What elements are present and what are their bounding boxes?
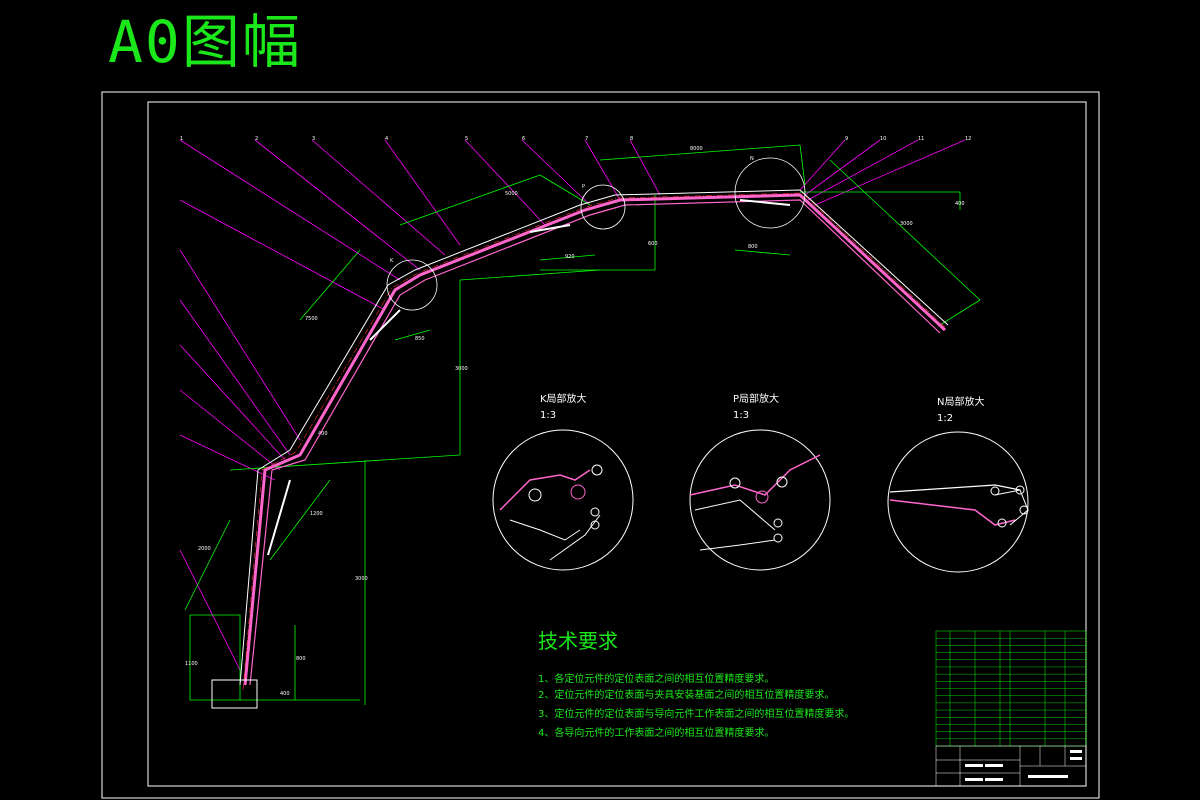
detail-p-letter: P	[582, 184, 585, 190]
svg-text:8000: 8000	[690, 146, 703, 152]
detail-n-caption: N局部放大	[937, 395, 984, 408]
detail-p-scale: 1:3	[733, 410, 749, 421]
svg-text:3000: 3000	[900, 221, 913, 227]
detail-view-n: N局部放大 1:2	[887, 395, 1029, 573]
detail-view-k: K局部放大 1:3	[492, 392, 634, 571]
svg-text:9: 9	[845, 136, 848, 142]
svg-text:5000: 5000	[505, 191, 518, 197]
svg-text:920: 920	[565, 254, 575, 260]
svg-text:400: 400	[955, 201, 965, 207]
svg-text:2: 2	[255, 136, 258, 142]
parts-list-rows	[936, 637, 1086, 740]
svg-text:3: 3	[312, 136, 315, 142]
dimension-values: 8000 5000 7500 3000 3000 3000 920 800 850 600 4…	[185, 146, 965, 697]
tech-req-item-4: 4、各导向元件的工作表面之间的相互位置精度要求。	[538, 726, 774, 739]
svg-text:800: 800	[748, 244, 758, 250]
detail-view-p: P局部放大 1:3	[689, 392, 831, 571]
svg-text:1100: 1100	[185, 661, 198, 667]
svg-text:850: 850	[415, 336, 425, 342]
svg-text:1: 1	[180, 136, 183, 142]
detail-marker-k: K	[386, 258, 438, 311]
svg-text:800: 800	[296, 656, 306, 662]
detail-k-scale: 1:3	[540, 410, 556, 421]
drawing-canvas: 123 456 789 10 11 12 800050007500 30003000…	[101, 91, 1100, 799]
svg-text:600: 600	[648, 241, 658, 247]
svg-text:6: 6	[522, 136, 525, 142]
svg-text:3000: 3000	[455, 366, 468, 372]
tech-req-item-1: 1、各定位元件的定位表面之间的相互位置精度要求。	[538, 672, 774, 685]
tech-req-item-3: 3、定位元件的定位表面与导向元件工作表面之间的相互位置精度要求。	[538, 707, 854, 720]
title-block	[935, 745, 1087, 787]
technical-requirements: 技术要求 1、各定位元件的定位表面之间的相互位置精度要求。 2、定位元件的定位表…	[538, 629, 854, 739]
detail-k-caption: K局部放大	[540, 392, 587, 405]
detail-k-letter: K	[390, 258, 394, 264]
svg-text:3000: 3000	[355, 576, 368, 582]
leader-tags: 123 456 789 10 11 12	[180, 136, 971, 142]
tech-req-item-2: 2、定位元件的定位表面与夹具安装基面之间的相互位置精度要求。	[538, 688, 834, 701]
detail-n-scale: 1:2	[937, 413, 953, 424]
svg-text:400: 400	[280, 691, 290, 697]
svg-text:7500: 7500	[305, 316, 318, 322]
dimension-lines	[184, 144, 981, 705]
svg-text:5: 5	[465, 136, 468, 142]
detail-marker-n: N	[734, 156, 806, 229]
svg-text:12: 12	[965, 136, 971, 142]
svg-text:8: 8	[630, 136, 633, 142]
leader-lines	[179, 139, 966, 671]
svg-text:10: 10	[880, 136, 886, 142]
svg-text:7: 7	[585, 136, 588, 142]
svg-text:11: 11	[918, 136, 924, 142]
detail-n-letter: N	[750, 156, 754, 162]
svg-text:1200: 1200	[310, 511, 323, 517]
svg-text:4: 4	[385, 136, 388, 142]
tech-req-heading: 技术要求	[538, 629, 618, 653]
detail-p-caption: P局部放大	[733, 392, 779, 405]
title-block-fill	[965, 750, 1082, 781]
svg-text:2000: 2000	[198, 546, 211, 552]
